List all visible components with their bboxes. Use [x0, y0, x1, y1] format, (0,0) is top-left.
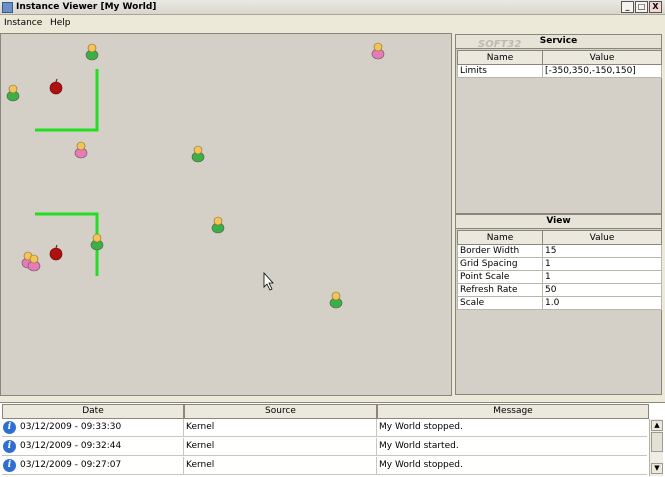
log-date: 03/12/2009 - 09:33:30 [20, 422, 122, 432]
title-bar: Instance Viewer [My World] _ □ X [0, 0, 665, 15]
vertical-scrollbar[interactable]: ▲ ▼ [649, 419, 663, 476]
info-icon: i [3, 459, 16, 472]
table-row[interactable]: i 03/12/2009 - 09:33:30 Kernel My World … [2, 419, 647, 437]
log-col-message[interactable]: Message [377, 404, 649, 419]
table-row[interactable]: Scale 1.0 [457, 296, 662, 310]
property-value[interactable]: 50 [542, 283, 662, 297]
info-icon: i [3, 421, 16, 434]
log-source: Kernel [184, 419, 377, 437]
scroll-thumb[interactable] [651, 432, 663, 452]
log-source: Kernel [184, 457, 377, 475]
scroll-up-arrow-icon[interactable]: ▲ [651, 420, 663, 431]
green-agent-icon[interactable] [85, 43, 99, 61]
info-icon: i [3, 440, 16, 453]
property-name: Refresh Rate [457, 283, 543, 297]
view-col-name[interactable]: Name [457, 230, 543, 245]
green-agent-icon[interactable] [329, 291, 343, 309]
green-agent-icon[interactable] [90, 233, 104, 251]
table-row[interactable]: i 03/12/2009 - 09:32:44 Kernel My World … [2, 438, 647, 456]
log-col-date[interactable]: Date [2, 404, 184, 419]
property-value[interactable]: 1.0 [542, 296, 662, 310]
maximize-button[interactable]: □ [635, 1, 648, 13]
log-source: Kernel [184, 438, 377, 456]
pink-agent-icon[interactable] [371, 42, 385, 60]
wall-top [35, 69, 99, 132]
table-row[interactable]: Point Scale 1 [457, 270, 662, 284]
property-name: Scale [457, 296, 543, 310]
table-row[interactable]: Border Width 15 [457, 244, 662, 258]
agents-layer [6, 42, 385, 309]
mouse-cursor-icon [263, 271, 274, 291]
property-name: Point Scale [457, 270, 543, 284]
window-title: Instance Viewer [My World] [16, 2, 157, 12]
view-title: View [456, 215, 661, 229]
close-button[interactable]: X [649, 1, 662, 13]
apple-icon[interactable] [49, 78, 63, 95]
minimize-button[interactable]: _ [621, 1, 634, 13]
log-col-source[interactable]: Source [184, 404, 377, 419]
property-value[interactable]: 15 [542, 244, 662, 258]
view-col-value[interactable]: Value [542, 230, 662, 245]
menu-instance[interactable]: Instance [4, 18, 42, 28]
apple-icon[interactable] [49, 244, 63, 261]
table-row[interactable]: i 03/12/2009 - 09:27:07 Kernel My World … [2, 457, 647, 475]
table-row[interactable]: Refresh Rate 50 [457, 283, 662, 297]
green-agent-icon[interactable] [211, 216, 225, 234]
app-icon [2, 2, 13, 13]
log-message: My World started. [379, 441, 459, 451]
property-value[interactable]: 1 [542, 270, 662, 284]
service-panel: Service Name Value Limits [-350,350,-150… [455, 34, 662, 214]
property-value[interactable]: [-350,350,-150,150] [542, 64, 662, 78]
log-message: My World stopped. [379, 460, 463, 470]
menu-bar: Instance Help [0, 15, 665, 32]
property-name: Border Width [457, 244, 543, 258]
log-date: 03/12/2009 - 09:27:07 [20, 460, 122, 470]
table-row[interactable]: Limits [-350,350,-150,150] [457, 64, 662, 78]
property-name: Limits [457, 64, 543, 78]
menu-help[interactable]: Help [50, 18, 71, 28]
walls [35, 69, 99, 276]
property-name: Grid Spacing [457, 257, 543, 271]
scroll-down-arrow-icon[interactable]: ▼ [651, 463, 663, 474]
property-value[interactable]: 1 [542, 257, 662, 271]
wall-bottom [35, 212, 99, 276]
log-date: 03/12/2009 - 09:32:44 [20, 441, 122, 451]
view-panel: View Name Value Border Width 15 Grid Spa… [455, 214, 662, 395]
table-row[interactable]: Grid Spacing 1 [457, 257, 662, 271]
pink-agent-icon[interactable] [74, 141, 88, 159]
service-table: Name Value Limits [-350,350,-150,150] [457, 50, 662, 78]
green-agent-icon[interactable] [6, 84, 20, 102]
world-canvas[interactable]: ◀ ▶ [0, 33, 452, 396]
green-agent-icon[interactable] [191, 145, 205, 163]
service-col-value[interactable]: Value [542, 50, 662, 65]
service-col-name[interactable]: Name [457, 50, 543, 65]
log-panel: Date Source Message i 03/12/2009 - 09:33… [0, 402, 665, 477]
view-table: Name Value Border Width 15 Grid Spacing … [457, 230, 662, 310]
log-message: My World stopped. [379, 422, 463, 432]
watermark: SOFT32 [478, 39, 522, 50]
world-view[interactable] [1, 34, 452, 396]
